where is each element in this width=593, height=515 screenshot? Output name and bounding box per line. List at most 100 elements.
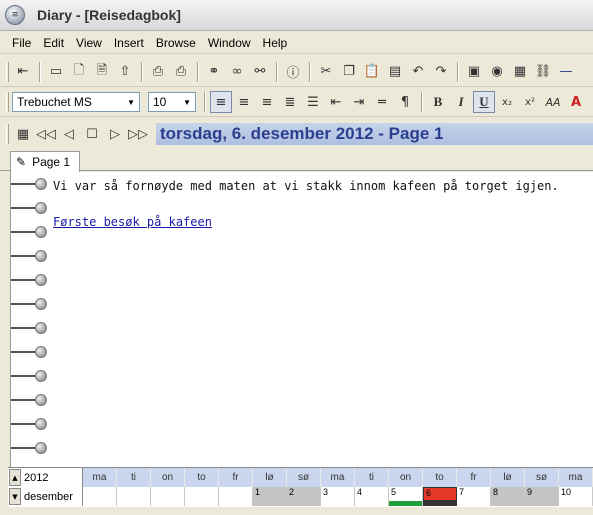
next-page-icon[interactable]: ▷: [104, 123, 126, 145]
chevron-down-icon[interactable]: ▼: [183, 98, 191, 107]
spiral-ring: [11, 393, 47, 407]
year-up-icon[interactable]: ▲: [9, 469, 21, 486]
link-icon[interactable]: ⛓: [532, 61, 554, 83]
calendar-days-row: ▼ desember 1 2 3 4 5 6 7 8 9 10: [8, 487, 593, 506]
back-icon[interactable]: ⇤: [12, 61, 34, 83]
undo-icon[interactable]: ↶: [407, 61, 429, 83]
month-selector[interactable]: ▼ desember: [8, 487, 83, 506]
calendar-strip: ▲ 2012 ma ti on to fr lø sø ma ti on to fr lø sø ma ▼ …: [8, 467, 593, 507]
month-down-icon[interactable]: ▼: [9, 488, 21, 505]
bold-button[interactable]: B: [427, 91, 449, 113]
separator: [197, 61, 199, 82]
entry-text[interactable]: Vi var så fornøyde med maten at vi stakk…: [53, 179, 559, 193]
paste-icon[interactable]: 📋: [361, 61, 383, 83]
menu-file[interactable]: File: [6, 36, 37, 50]
menu-insert[interactable]: Insert: [108, 36, 150, 50]
day-cell[interactable]: 3: [321, 487, 355, 506]
diary-page[interactable]: Vi var så fornøyde med maten at vi stakk…: [10, 172, 593, 467]
app-icon[interactable]: ≡: [5, 5, 25, 25]
year-selector[interactable]: ▲ 2012: [8, 468, 83, 487]
underline-button[interactable]: U: [473, 91, 495, 113]
ring-wire: [11, 399, 37, 401]
insert-date-icon[interactable]: ▦: [509, 61, 531, 83]
print-icon[interactable]: ⎙: [170, 61, 192, 83]
horizontal-rule-icon[interactable]: ═: [371, 91, 393, 113]
subscript-button[interactable]: x₂: [496, 91, 518, 113]
empty-day-cell: [83, 487, 117, 506]
ring-wire: [11, 183, 37, 185]
day-cell[interactable]: 5: [389, 487, 423, 506]
decrease-indent-icon[interactable]: ⇤: [325, 91, 347, 113]
copy-icon[interactable]: ❐: [338, 61, 360, 83]
font-select[interactable]: Trebuchet MS ▼: [12, 92, 140, 112]
menu-help[interactable]: Help: [257, 36, 294, 50]
new-page-icon[interactable]: 🗋: [68, 61, 90, 83]
toolbar-grip[interactable]: [6, 61, 9, 82]
find-icon[interactable]: ⚭: [203, 61, 225, 83]
print-preview-icon[interactable]: ⎙: [147, 61, 169, 83]
window-title: Diary - [Reisedagbok]: [37, 7, 181, 23]
last-page-icon[interactable]: ▷▷: [127, 123, 149, 145]
italic-button[interactable]: I: [450, 91, 472, 113]
superscript-button[interactable]: x²: [519, 91, 541, 113]
toolbar-grip[interactable]: [6, 124, 9, 144]
find-next-icon[interactable]: ⚯: [249, 61, 271, 83]
line-icon[interactable]: —: [555, 61, 577, 83]
menu-edit[interactable]: Edit: [37, 36, 70, 50]
today-icon[interactable]: ☐: [81, 123, 103, 145]
tab-page-1[interactable]: ✎ Page 1: [10, 151, 80, 172]
binoculars-icon[interactable]: ∞: [226, 61, 248, 83]
align-left-icon[interactable]: ≡: [210, 91, 232, 113]
bullets-icon[interactable]: ☰: [302, 91, 324, 113]
align-center-icon[interactable]: ≡: [233, 91, 255, 113]
year-label: 2012: [24, 471, 49, 484]
ring-hole: [35, 442, 47, 454]
ring-hole: [35, 274, 47, 286]
chevron-down-icon[interactable]: ▼: [127, 98, 135, 107]
day-cell[interactable]: 10: [559, 487, 593, 506]
day-cell[interactable]: 7: [457, 487, 491, 506]
day-number: 7: [459, 487, 465, 497]
font-size-grow-icon[interactable]: AA: [542, 91, 564, 113]
redo-icon[interactable]: ↷: [430, 61, 452, 83]
menu-browse[interactable]: Browse: [150, 36, 202, 50]
spiral-ring: [11, 441, 47, 455]
day-header: sø: [525, 468, 559, 487]
day-cell[interactable]: 4: [355, 487, 389, 506]
up-icon[interactable]: ⇧: [114, 61, 136, 83]
cut-icon[interactable]: ✂: [315, 61, 337, 83]
first-page-icon[interactable]: ◁◁: [35, 123, 57, 145]
paragraph-icon[interactable]: ¶: [394, 91, 416, 113]
insert-globe-icon[interactable]: ◉: [486, 61, 508, 83]
day-cell[interactable]: 1: [253, 487, 287, 506]
ring-hole: [35, 250, 47, 262]
separator: [276, 61, 278, 82]
menu-window[interactable]: Window: [202, 36, 257, 50]
calendar-icon[interactable]: ▦: [12, 123, 34, 145]
font-size-select[interactable]: 10 ▼: [148, 92, 196, 112]
previous-page-icon[interactable]: ◁: [58, 123, 80, 145]
day-cell[interactable]: 9: [525, 487, 559, 506]
day-cell[interactable]: 2: [287, 487, 321, 506]
day-cell[interactable]: 8: [491, 487, 525, 506]
toolbar-grip[interactable]: [6, 92, 9, 112]
menu-view[interactable]: View: [70, 36, 108, 50]
justify-icon[interactable]: ≣: [279, 91, 301, 113]
paste-special-icon[interactable]: ▤: [384, 61, 406, 83]
day-number: 8: [493, 487, 499, 497]
new-entry-icon[interactable]: 🗎: [91, 61, 113, 83]
ring-wire: [11, 351, 37, 353]
spiral-ring: [11, 249, 47, 263]
spiral-ring: [11, 225, 47, 239]
day-cell[interactable]: 6: [423, 487, 457, 506]
day-number: 3: [323, 487, 329, 497]
increase-indent-icon[interactable]: ⇥: [348, 91, 370, 113]
info-icon[interactable]: ⓘ: [282, 61, 304, 83]
entry-link[interactable]: Første besøk på kafeen: [53, 215, 212, 229]
open-icon[interactable]: ▭: [45, 61, 67, 83]
align-right-icon[interactable]: ≡: [256, 91, 278, 113]
day-header: ti: [117, 468, 151, 487]
title-bar: ≡ Diary - [Reisedagbok]: [0, 0, 593, 31]
text-color-icon[interactable]: A: [565, 91, 587, 113]
insert-picture-icon[interactable]: ▣: [463, 61, 485, 83]
